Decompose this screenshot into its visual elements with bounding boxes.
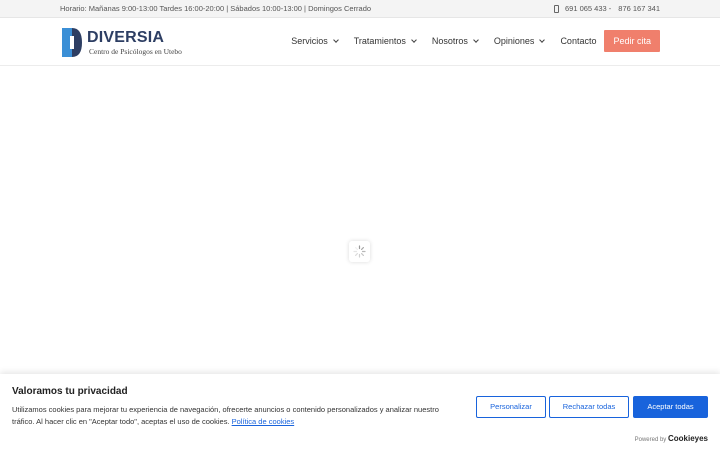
cookie-description: Utilizamos cookies para mejorar tu exper… <box>12 404 462 428</box>
cookie-title: Valoramos tu privacidad <box>12 386 128 397</box>
nav-label: Servicios <box>291 36 328 46</box>
book-appointment-button[interactable]: Pedir cita <box>604 30 660 52</box>
cookieyes-brand: Cookieyes <box>667 434 708 443</box>
chevron-down-icon <box>539 37 546 43</box>
phone-numbers: 691 065 433 - 876 167 341 <box>553 4 660 13</box>
customize-button[interactable]: Personalizar <box>476 396 546 418</box>
nav-item-servicios[interactable]: Servicios <box>291 36 339 46</box>
site-logo[interactable]: DIVERSIA Centro de Psicólogos en Utebo <box>62 28 192 58</box>
top-info-bar: Horario: Mañanas 9:00-13:00 Tardes 16:00… <box>0 0 720 18</box>
accept-all-button[interactable]: Aceptar todas <box>633 396 708 418</box>
cookie-text: Utilizamos cookies para mejorar tu exper… <box>12 405 439 426</box>
powered-by[interactable]: Powered by Cookieyes <box>635 434 708 443</box>
diversia-logo-mark <box>62 28 82 57</box>
phone-link-1[interactable]: 691 065 433 - <box>565 4 611 13</box>
site-header: DIVERSIA Centro de Psicólogos en Utebo S… <box>0 18 720 66</box>
logo-title: DIVERSIA <box>87 29 165 46</box>
nav-label: Tratamientos <box>353 36 406 46</box>
reject-all-button[interactable]: Rechazar todas <box>549 396 629 418</box>
powered-by-label: Powered by <box>634 437 667 443</box>
cookie-consent-banner: Valoramos tu privacidad Utilizamos cooki… <box>0 374 720 450</box>
loading-spinner-icon <box>353 245 366 258</box>
chevron-down-icon <box>473 37 479 43</box>
nav-item-opiniones[interactable]: Opiniones <box>493 36 546 46</box>
nav-item-nosotros[interactable]: Nosotros <box>431 36 479 46</box>
nav-label: Opiniones <box>493 36 535 46</box>
chevron-down-icon <box>332 37 339 43</box>
main-navigation: Servicios Tratamientos Nosotros Opinione… <box>275 30 660 52</box>
chevron-down-icon <box>411 37 417 43</box>
nav-item-tratamientos[interactable]: Tratamientos <box>353 36 417 46</box>
page-loader <box>349 241 370 262</box>
opening-hours: Horario: Mañanas 9:00-13:00 Tardes 16:00… <box>60 4 372 13</box>
nav-item-contacto[interactable]: Contacto <box>560 36 596 46</box>
phone-link-2[interactable]: 876 167 341 <box>618 4 660 13</box>
nav-label: Contacto <box>560 36 597 46</box>
logo-subtitle: Centro de Psicólogos en Utebo <box>89 47 182 56</box>
phone-icon <box>553 4 559 13</box>
nav-label: Nosotros <box>431 36 468 46</box>
cookie-policy-link[interactable]: Política de cookies <box>232 417 295 426</box>
